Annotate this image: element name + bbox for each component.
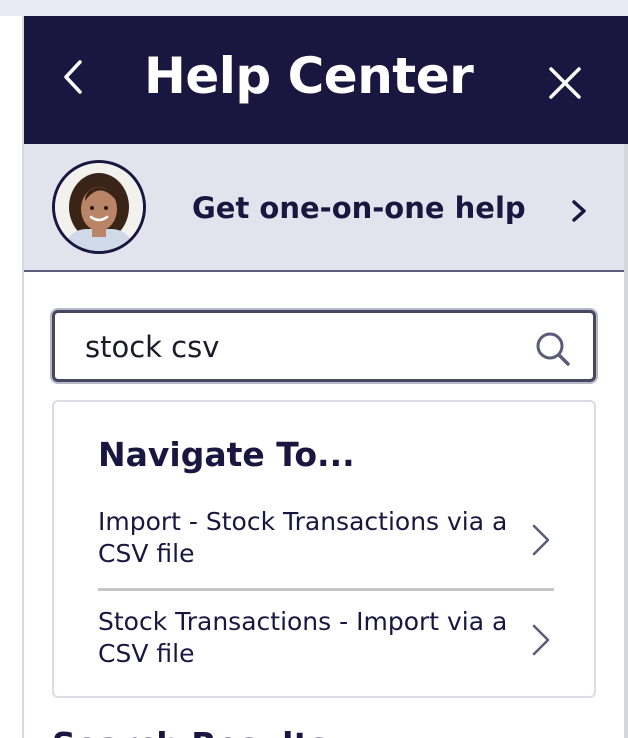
navigate-item-import-stock-transactions[interactable]: Import - Stock Transactions via a CSV fi… bbox=[98, 506, 554, 591]
search-icon[interactable] bbox=[533, 329, 573, 369]
one-on-one-help-button[interactable]: Get one-on-one help bbox=[24, 144, 628, 272]
search-results-heading: Search Results bbox=[52, 722, 329, 738]
chevron-left-icon bbox=[64, 60, 82, 94]
panel-header: Help Center bbox=[24, 16, 628, 144]
chevron-right-icon bbox=[532, 624, 550, 656]
help-center-panel: Help Center Get one-on-one help stock cs… bbox=[22, 16, 628, 738]
page-title: Help Center bbox=[144, 47, 474, 105]
navigate-item-stock-transactions-import[interactable]: Stock Transactions - Import via a CSV fi… bbox=[98, 606, 554, 678]
page-background bbox=[0, 16, 22, 738]
avatar bbox=[52, 160, 146, 254]
navigate-item-label: Stock Transactions - Import via a CSV fi… bbox=[98, 607, 508, 668]
search-input[interactable] bbox=[85, 327, 505, 367]
chevron-right-icon bbox=[532, 524, 550, 556]
top-bar-background bbox=[0, 0, 628, 16]
chevron-right-icon bbox=[572, 200, 586, 222]
agent-avatar-icon bbox=[55, 163, 143, 251]
search-field[interactable] bbox=[52, 310, 596, 382]
close-icon bbox=[549, 67, 581, 99]
navigate-to-heading: Navigate To... bbox=[98, 435, 355, 474]
navigate-item-label: Import - Stock Transactions via a CSV fi… bbox=[98, 507, 508, 568]
one-on-one-help-label: Get one-on-one help bbox=[192, 191, 526, 225]
scrollbar[interactable] bbox=[624, 144, 628, 738]
back-button[interactable] bbox=[54, 52, 94, 102]
navigate-to-card: Navigate To... Import - Stock Transactio… bbox=[52, 400, 596, 698]
close-button[interactable] bbox=[546, 64, 584, 102]
